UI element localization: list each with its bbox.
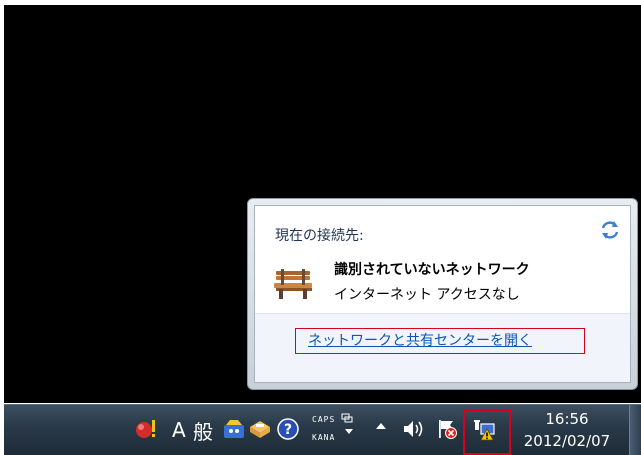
open-network-center-link[interactable]: ネットワークと共有センターを開く bbox=[295, 328, 585, 354]
caps-lock-indicator[interactable]: CAPS bbox=[312, 415, 335, 424]
ime-pad-icon[interactable] bbox=[248, 417, 272, 441]
flyout-footer: ネットワークと共有センターを開く bbox=[255, 313, 630, 382]
network-no-internet-icon[interactable] bbox=[471, 416, 497, 442]
ime-menu-arrow-icon[interactable] bbox=[345, 429, 353, 435]
network-flyout: 現在の接続先: 識別されていないネットワーク インターネット アクセスなし ネッ… bbox=[247, 198, 638, 390]
help-icon[interactable]: ? bbox=[276, 417, 300, 441]
unidentified-network-icon bbox=[274, 269, 312, 299]
taskbar: A 般 ? CAPS KANA 16:56 2012/02/07 bbox=[4, 404, 641, 455]
show-hidden-icons[interactable] bbox=[374, 419, 388, 433]
refresh-icon[interactable] bbox=[600, 220, 620, 240]
show-desktop-button[interactable] bbox=[629, 405, 641, 455]
ime-options-icon[interactable] bbox=[341, 413, 353, 423]
ime-mode-indicator[interactable]: A bbox=[172, 418, 186, 442]
svg-text:?: ? bbox=[284, 422, 292, 438]
clock-date[interactable]: 2012/02/07 bbox=[512, 432, 622, 450]
flyout-title: 現在の接続先: bbox=[275, 228, 364, 244]
network-status: インターネット アクセスなし bbox=[334, 287, 520, 303]
network-flyout-panel: 現在の接続先: 識別されていないネットワーク インターネット アクセスなし ネッ… bbox=[254, 205, 631, 383]
ime-toolbar-icon[interactable] bbox=[222, 417, 246, 441]
action-center-flag-icon[interactable] bbox=[436, 418, 458, 440]
volume-icon[interactable] bbox=[402, 419, 424, 439]
ime-dictionary-indicator[interactable]: 般 bbox=[193, 416, 213, 445]
alert-icon[interactable] bbox=[134, 417, 158, 441]
clock-time[interactable]: 16:56 bbox=[512, 410, 622, 428]
kana-lock-indicator[interactable]: KANA bbox=[312, 433, 335, 442]
network-name: 識別されていないネットワーク bbox=[334, 262, 530, 278]
